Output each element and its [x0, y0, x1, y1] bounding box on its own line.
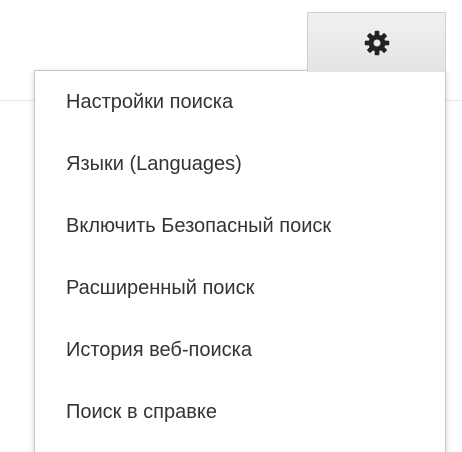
menu-item-languages[interactable]: Языки (Languages): [35, 133, 445, 195]
menu-item-label: Поиск в справке: [66, 400, 217, 423]
menu-item-advanced-search[interactable]: Расширенный поиск: [35, 257, 445, 319]
menu-item-label: Расширенный поиск: [66, 276, 255, 299]
settings-button[interactable]: [307, 12, 446, 72]
menu-item-label: Включить Безопасный поиск: [66, 214, 332, 237]
gear-icon: [363, 29, 391, 57]
menu-item-label: История веб-поиска: [66, 338, 252, 361]
menu-item-web-history[interactable]: История веб-поиска: [35, 319, 445, 381]
menu-item-search-settings[interactable]: Настройки поиска: [35, 71, 445, 133]
search-settings-page: Настройки поиска Языки (Languages) Включ…: [0, 0, 462, 452]
menu-item-search-help[interactable]: Поиск в справке: [35, 381, 445, 443]
menu-item-safe-search[interactable]: Включить Безопасный поиск: [35, 195, 445, 257]
menu-item-label: Настройки поиска: [66, 90, 234, 113]
menu-item-label: Языки (Languages): [66, 152, 242, 175]
settings-dropdown-menu: Настройки поиска Языки (Languages) Включ…: [34, 70, 446, 452]
